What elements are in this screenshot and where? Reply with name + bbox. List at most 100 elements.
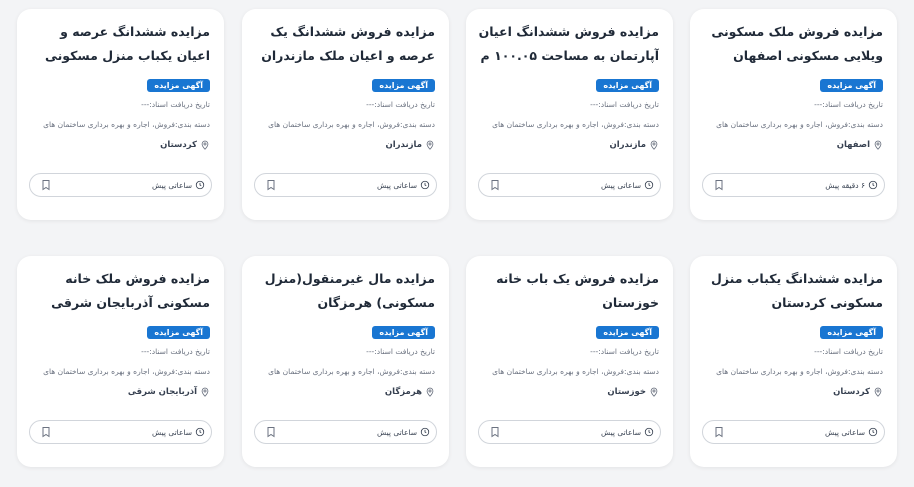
card-footer: ساعاتی پیش <box>478 173 661 197</box>
auction-card[interactable]: مزایده ششدانگ یکباب منزل مسکونی کردستان … <box>690 256 897 467</box>
bookmark-button[interactable] <box>713 425 725 439</box>
post-time: ساعاتی پیش <box>152 180 205 190</box>
location-label: مازندران <box>609 140 646 150</box>
card-location: اصفهان <box>702 140 883 150</box>
clock-icon <box>420 180 430 190</box>
card-footer: ساعاتی پیش <box>29 173 212 197</box>
location-label: اصفهان <box>836 140 870 150</box>
card-footer: ساعاتی پیش <box>702 420 885 444</box>
location-label: هرمزگان <box>384 387 422 397</box>
time-label: ساعاتی پیش <box>152 427 192 437</box>
time-label: ساعاتی پیش <box>825 427 865 437</box>
document-deadline: تاریخ دریافت اسناد:--- <box>141 100 210 109</box>
auction-badge: آگهی مزایده <box>147 326 210 339</box>
card-category: دسته بندی:فروش، اجاره و بهره برداری ساخت… <box>43 120 210 129</box>
document-deadline: تاریخ دریافت اسناد:--- <box>141 347 210 356</box>
bookmark-icon <box>491 427 499 438</box>
location-label: کردستان <box>160 140 197 150</box>
location-label: آذربایجان شرقی <box>127 387 197 397</box>
location-pin-icon <box>201 140 209 150</box>
time-label: ساعاتی پیش <box>377 180 417 190</box>
post-time: ساعاتی پیش <box>825 427 878 437</box>
clock-icon <box>644 427 654 437</box>
card-title[interactable]: مزایده فروش ملک مسکونی ویلایی مسکونی اصف… <box>702 20 883 68</box>
bookmark-button[interactable] <box>40 178 52 192</box>
card-title[interactable]: مزایده فروش ملک خانه مسکونی آذربایجان شر… <box>29 267 210 315</box>
bookmark-button[interactable] <box>40 425 52 439</box>
card-location: هرمزگان <box>254 387 435 397</box>
bookmark-button[interactable] <box>265 425 277 439</box>
clock-icon <box>195 427 205 437</box>
card-location: آذربایجان شرقی <box>29 387 210 397</box>
auction-card[interactable]: مزایده فروش یک باب خانه خوزستان آگهی مزا… <box>466 256 673 467</box>
bookmark-icon <box>267 427 275 438</box>
auction-card[interactable]: مزایده مال غیرمنقول(منزل مسکونی) هرمزگان… <box>242 256 449 467</box>
document-deadline: تاریخ دریافت اسناد:--- <box>366 100 435 109</box>
card-location: مازندران <box>478 140 659 150</box>
card-location: کردستان <box>29 140 210 150</box>
card-category: دسته بندی:فروش، اجاره و بهره برداری ساخت… <box>716 367 883 376</box>
location-pin-icon <box>650 140 658 150</box>
card-category: دسته بندی:فروش، اجاره و بهره برداری ساخت… <box>716 120 883 129</box>
card-title[interactable]: مزایده فروش ششدانگ یک عرصه و اعیان ملک م… <box>254 20 435 68</box>
time-label: ساعاتی پیش <box>601 180 641 190</box>
location-pin-icon <box>426 387 434 397</box>
document-deadline: تاریخ دریافت اسناد:--- <box>814 347 883 356</box>
auction-badge: آگهی مزایده <box>820 79 883 92</box>
post-time: ساعاتی پیش <box>601 427 654 437</box>
card-category: دسته بندی:فروش، اجاره و بهره برداری ساخت… <box>492 367 659 376</box>
bookmark-icon <box>715 180 723 191</box>
auction-card-grid: مزایده فروش ملک مسکونی ویلایی مسکونی اصف… <box>0 0 914 487</box>
post-time: ۶ دقیقه پیش <box>825 180 878 190</box>
post-time: ساعاتی پیش <box>152 427 205 437</box>
auction-card[interactable]: مزایده فروش ملک مسکونی ویلایی مسکونی اصف… <box>690 9 897 220</box>
location-label: مازندران <box>385 140 422 150</box>
card-footer: ساعاتی پیش <box>254 173 437 197</box>
time-label: ساعاتی پیش <box>377 427 417 437</box>
location-label: کردستان <box>833 387 870 397</box>
card-title[interactable]: مزایده فروش یک باب خانه خوزستان <box>478 267 659 315</box>
card-title[interactable]: مزایده مال غیرمنقول(منزل مسکونی) هرمزگان <box>254 267 435 315</box>
document-deadline: تاریخ دریافت اسناد:--- <box>590 100 659 109</box>
bookmark-icon <box>715 427 723 438</box>
post-time: ساعاتی پیش <box>601 180 654 190</box>
document-deadline: تاریخ دریافت اسناد:--- <box>814 100 883 109</box>
bookmark-icon <box>491 180 499 191</box>
post-time: ساعاتی پیش <box>377 427 430 437</box>
clock-icon <box>195 180 205 190</box>
card-footer: ساعاتی پیش <box>478 420 661 444</box>
card-title[interactable]: مزایده ششدانگ یکباب منزل مسکونی کردستان <box>702 267 883 315</box>
post-time: ساعاتی پیش <box>377 180 430 190</box>
location-label: خوزستان <box>607 387 646 397</box>
card-footer: ساعاتی پیش <box>254 420 437 444</box>
bookmark-button[interactable] <box>265 178 277 192</box>
bookmark-button[interactable] <box>713 178 725 192</box>
card-category: دسته بندی:فروش، اجاره و بهره برداری ساخت… <box>492 120 659 129</box>
location-pin-icon <box>874 140 882 150</box>
bookmark-button[interactable] <box>489 425 501 439</box>
card-footer: ساعاتی پیش <box>29 420 212 444</box>
auction-badge: آگهی مزایده <box>372 79 435 92</box>
card-footer: ۶ دقیقه پیش <box>702 173 885 197</box>
time-label: ۶ دقیقه پیش <box>825 180 865 190</box>
card-location: مازندران <box>254 140 435 150</box>
card-category: دسته بندی:فروش، اجاره و بهره برداری ساخت… <box>268 367 435 376</box>
location-pin-icon <box>874 387 882 397</box>
bookmark-button[interactable] <box>489 178 501 192</box>
card-location: کردستان <box>702 387 883 397</box>
auction-card[interactable]: مزایده ششدانگ عرصه و اعیان یکباب منزل مس… <box>17 9 224 220</box>
auction-badge: آگهی مزایده <box>372 326 435 339</box>
card-category: دسته بندی:فروش، اجاره و بهره برداری ساخت… <box>43 367 210 376</box>
auction-card[interactable]: مزایده فروش ششدانگ اعیان آپارتمان به مسا… <box>466 9 673 220</box>
auction-badge: آگهی مزایده <box>820 326 883 339</box>
clock-icon <box>420 427 430 437</box>
clock-icon <box>644 180 654 190</box>
auction-card[interactable]: مزایده فروش ملک خانه مسکونی آذربایجان شر… <box>17 256 224 467</box>
card-title[interactable]: مزایده فروش ششدانگ اعیان آپارتمان به مسا… <box>478 20 659 68</box>
time-label: ساعاتی پیش <box>601 427 641 437</box>
document-deadline: تاریخ دریافت اسناد:--- <box>366 347 435 356</box>
bookmark-icon <box>42 180 50 191</box>
auction-card[interactable]: مزایده فروش ششدانگ یک عرصه و اعیان ملک م… <box>242 9 449 220</box>
card-title[interactable]: مزایده ششدانگ عرصه و اعیان یکباب منزل مس… <box>29 20 210 68</box>
location-pin-icon <box>201 387 209 397</box>
